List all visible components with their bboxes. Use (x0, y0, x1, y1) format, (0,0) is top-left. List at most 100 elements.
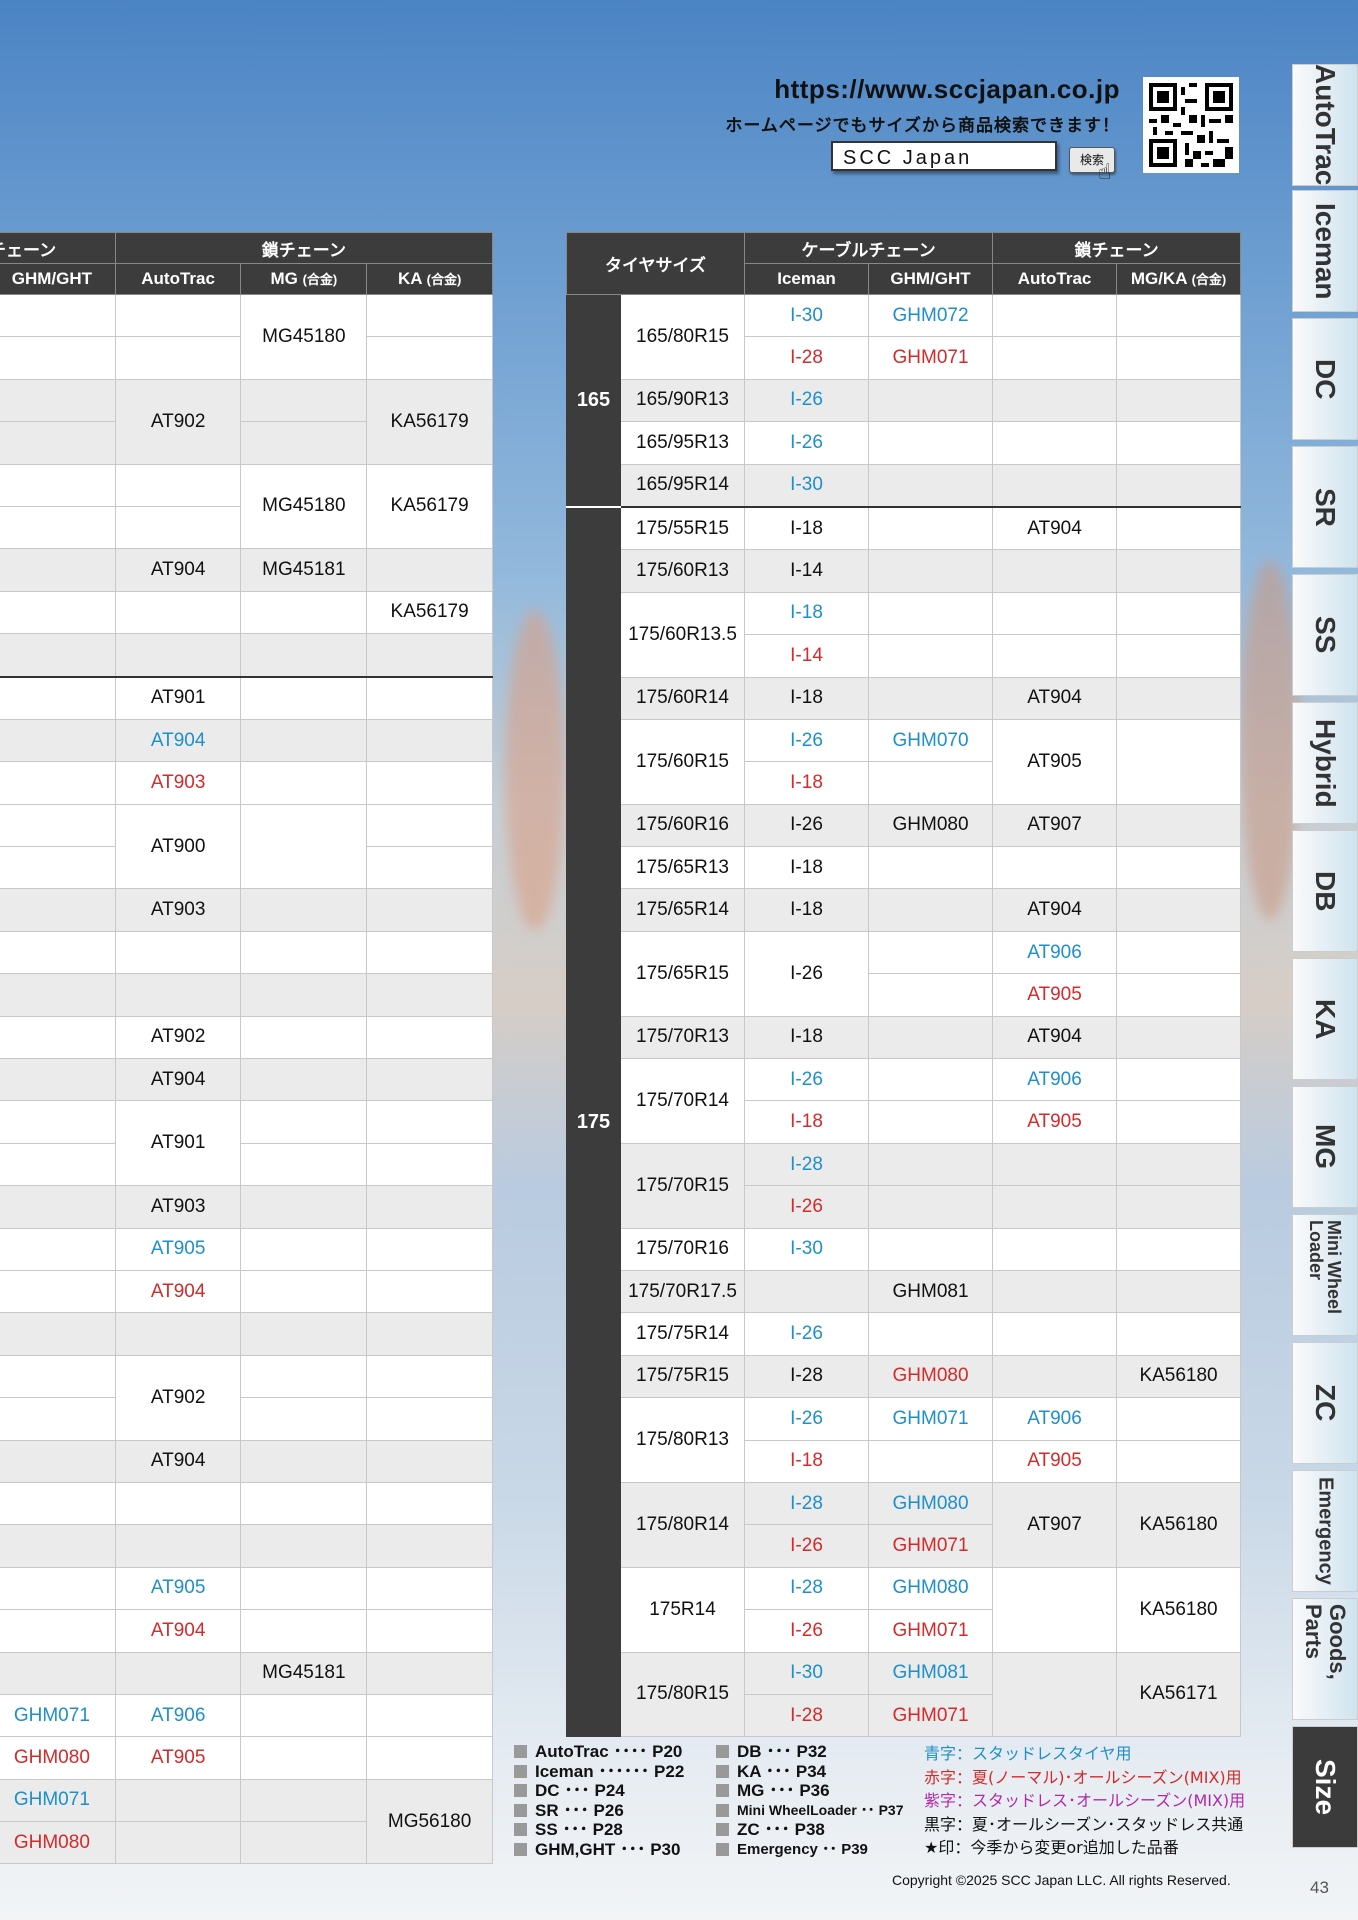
tire-size: 175/75R15 (619, 1354, 746, 1399)
autotrac-cell: AT906 (992, 930, 1118, 975)
note-red: 赤字：夏(ノーマル)･オールシーズン(MIX)用 (924, 1767, 1242, 1787)
column-header-autotrac: AutoTrac (114, 263, 242, 295)
iceman-cell: I-30 (744, 463, 870, 508)
tab-dc[interactable]: DC (1292, 318, 1358, 440)
qr-code-icon[interactable] (1143, 77, 1239, 173)
tab-db[interactable]: DB (1292, 830, 1358, 952)
column-header-iceman: Iceman (744, 263, 870, 295)
autotrac-cell: AT907 (992, 1481, 1118, 1568)
legend-item[interactable]: KA ･･･ P34 (716, 1762, 903, 1782)
table-cell: AT902 (114, 1015, 242, 1060)
table-cell: MG45180 (240, 463, 368, 550)
copyright: Copyright ©2025 SCC Japan LLC. All right… (892, 1872, 1231, 1888)
group-header-chain: 鎖チェーン (114, 232, 494, 264)
ghm-cell: GHM071 (868, 1609, 994, 1653)
iceman-cell: I-26 (744, 1397, 870, 1441)
autotrac-cell: AT905 (992, 973, 1118, 1017)
table-cell: AT904 (114, 1269, 242, 1314)
iceman-cell: I-26 (744, 1312, 870, 1356)
tab-zc[interactable]: ZC (1292, 1342, 1358, 1464)
tire-size: 175/60R13.5 (619, 591, 746, 678)
table-cell: AT903 (114, 761, 242, 805)
legend-item[interactable]: SS ･･･ P28 (514, 1820, 684, 1840)
table-cell: GHM080 (0, 1736, 116, 1780)
autotrac-cell: AT907 (992, 803, 1118, 848)
mgka-cell: KA56171 (1116, 1651, 1242, 1738)
tab-mini-wheel-loader[interactable]: Mini Wheel Loader (1292, 1214, 1358, 1336)
tire-size: 175/60R15 (619, 718, 746, 805)
table-cell: AT901 (114, 675, 242, 720)
table-cell: AT904 (114, 718, 242, 763)
ghm-cell: GHM081 (868, 1269, 994, 1314)
iceman-cell: I-26 (744, 718, 870, 763)
table-cell: MG45181 (240, 548, 368, 592)
left-size-table: チェーン 鎖チェーン GHM/GHT AutoTrac MG (合金) KA (… (0, 232, 494, 1865)
legend-item[interactable]: AutoTrac ････ P20 (514, 1742, 684, 1762)
tire-size: 165/80R15 (619, 294, 746, 380)
iceman-cell: I-26 (744, 930, 870, 1017)
iceman-cell: I-30 (744, 293, 870, 338)
tab-emergency[interactable]: Emergency (1292, 1470, 1358, 1592)
tab-hybrid[interactable]: Hybrid (1292, 702, 1358, 824)
hand-cursor-icon: ☝ (1098, 160, 1112, 185)
tab-mg[interactable]: MG (1292, 1086, 1358, 1208)
iceman-cell: I-28 (744, 1693, 870, 1738)
iceman-cell: I-28 (744, 1354, 870, 1399)
tire-size: 175/65R13 (619, 846, 746, 890)
tab-ss[interactable]: SS (1292, 574, 1358, 696)
tire-size: 175/60R16 (619, 803, 746, 848)
autotrac-cell: AT906 (992, 1058, 1118, 1102)
tire-size: 175/70R16 (619, 1227, 746, 1271)
tire-size: 175/70R14 (619, 1058, 746, 1144)
autotrac-cell: AT904 (992, 676, 1118, 720)
legend-item[interactable]: Emergency ･･ P39 (716, 1840, 903, 1860)
tab-size[interactable]: Size (1292, 1726, 1358, 1848)
page-number: 43 (1310, 1878, 1329, 1897)
legend-item[interactable]: Mini WheelLoader ･･ P37 (716, 1801, 903, 1821)
iceman-cell: I-18 (744, 591, 870, 636)
group-header-cable: チェーン (0, 232, 116, 264)
iceman-cell: I-28 (744, 1481, 870, 1526)
iceman-cell: I-26 (744, 1185, 870, 1229)
legend-item[interactable]: MG ･･･ P36 (716, 1781, 903, 1801)
iceman-cell: I-18 (744, 761, 870, 805)
tire-size: 175/80R13 (619, 1397, 746, 1483)
tire-size: 165/95R14 (619, 463, 746, 508)
autotrac-cell: AT904 (992, 505, 1118, 551)
autotrac-cell: AT905 (992, 1100, 1118, 1144)
tire-size: 175/75R14 (619, 1312, 746, 1356)
page-index-legend-2: DB ･･･ P32 KA ･･･ P34 MG ･･･ P36 Mini Wh… (716, 1742, 903, 1859)
column-header-mg: MG (合金) (240, 263, 368, 295)
table-cell: AT905 (114, 1566, 242, 1611)
column-header-ka: KA (合金) (366, 263, 493, 295)
site-url[interactable]: https://www.sccjapan.co.jp (725, 74, 1120, 105)
mgka-cell: KA56180 (1116, 1481, 1242, 1568)
note-blue: 青字：スタッドレスタイヤ用 (924, 1744, 1132, 1763)
color-notes: 青字：スタッドレスタイヤ用 赤字：夏(ノーマル)･オールシーズン(MIX)用 紫… (924, 1742, 1245, 1860)
tire-size: 165/95R13 (619, 421, 746, 465)
tab-goods-parts[interactable]: Goods, Parts (1292, 1598, 1358, 1720)
iceman-cell: I-30 (744, 1227, 870, 1271)
legend-item[interactable]: Iceman ･･････ P22 (514, 1762, 684, 1782)
search-box[interactable]: SCC Japan (831, 141, 1057, 171)
tab-autotrac[interactable]: AutoTrac (1292, 64, 1358, 186)
column-header-autotrac: AutoTrac (992, 263, 1118, 295)
table-cell: MG56180 (366, 1778, 493, 1865)
table-cell: GHM071 (0, 1778, 116, 1823)
ghm-cell: GHM071 (868, 1397, 994, 1441)
iceman-cell: I-26 (744, 1058, 870, 1102)
ghm-cell: GHM081 (868, 1651, 994, 1695)
tab-sr[interactable]: SR (1292, 446, 1358, 568)
legend-item[interactable]: DB ･･･ P32 (716, 1742, 903, 1762)
table-cell: GHM071 (0, 1693, 116, 1738)
site-tagline: ホームページでもサイズから商品検索できます！ (725, 116, 1120, 136)
legend-item[interactable]: GHM,GHT ･･･ P30 (514, 1840, 684, 1860)
legend-item[interactable]: DC ･･･ P24 (514, 1781, 684, 1801)
iceman-cell: I-26 (744, 803, 870, 848)
legend-item[interactable]: SR ･･･ P26 (514, 1801, 684, 1821)
tire-size: 175/65R15 (619, 930, 746, 1017)
tire-size: 175/60R14 (619, 676, 746, 720)
tab-ka[interactable]: KA (1292, 958, 1358, 1080)
legend-item[interactable]: ZC ･･･ P38 (716, 1820, 903, 1840)
tab-iceman[interactable]: Iceman (1292, 190, 1358, 312)
